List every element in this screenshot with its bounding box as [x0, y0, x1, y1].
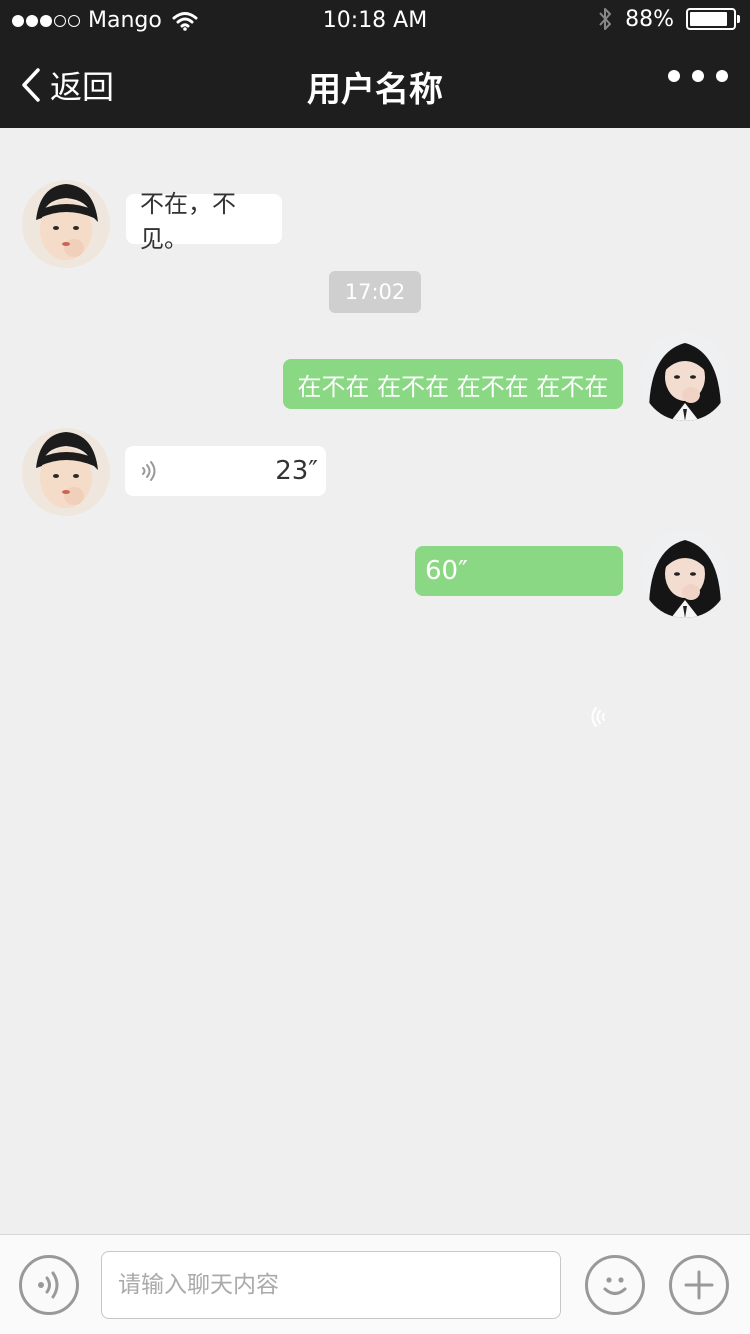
self-avatar[interactable]: [641, 333, 729, 421]
status-right: 88%: [597, 6, 740, 32]
voice-duration: 23″: [275, 456, 318, 486]
avatar-image: [641, 530, 729, 618]
avatar-image: [22, 428, 110, 516]
message-bubble-outgoing[interactable]: 在不在 在不在 在不在 在不在: [283, 359, 623, 409]
avatar-image: [22, 180, 110, 268]
self-avatar[interactable]: [641, 530, 729, 618]
emoji-button[interactable]: [585, 1255, 645, 1315]
page-title: 用户名称: [307, 70, 443, 110]
top-bar: Mango 10:18 AM 88% 返回 用户名称: [0, 0, 750, 128]
message-input[interactable]: [101, 1251, 561, 1319]
battery-icon: [686, 8, 740, 30]
voice-message-outgoing[interactable]: 60″: [415, 546, 623, 596]
more-dots-icon[interactable]: [668, 70, 728, 82]
voice-mode-button[interactable]: [19, 1255, 79, 1315]
voice-playing-icon: [591, 707, 605, 727]
status-bar: Mango 10:18 AM 88%: [0, 0, 750, 40]
add-button[interactable]: [669, 1255, 729, 1315]
contact-avatar[interactable]: [22, 180, 110, 268]
smiley-icon: [603, 1277, 627, 1295]
message-bubble-incoming[interactable]: 不在，不见。: [126, 190, 282, 253]
bluetooth-icon: [599, 8, 612, 30]
voice-message-incoming[interactable]: 23″: [125, 446, 326, 496]
input-bar: [0, 1234, 750, 1334]
plus-icon: [684, 1270, 714, 1300]
voice-duration: 60″: [425, 556, 468, 586]
voice-wave-icon: [142, 461, 156, 481]
message-text: 不在，不见。: [140, 190, 236, 253]
message-text: 在不在 在不在 在不在 在不在: [297, 372, 609, 401]
voice-icon: [38, 1271, 59, 1299]
contact-avatar[interactable]: [22, 428, 110, 516]
avatar-image: [641, 333, 729, 421]
battery-percent: 88%: [625, 6, 674, 32]
battery-fill: [690, 12, 727, 26]
time-divider: 17:02: [329, 271, 421, 313]
nav-bar: 返回 用户名称: [0, 40, 750, 128]
